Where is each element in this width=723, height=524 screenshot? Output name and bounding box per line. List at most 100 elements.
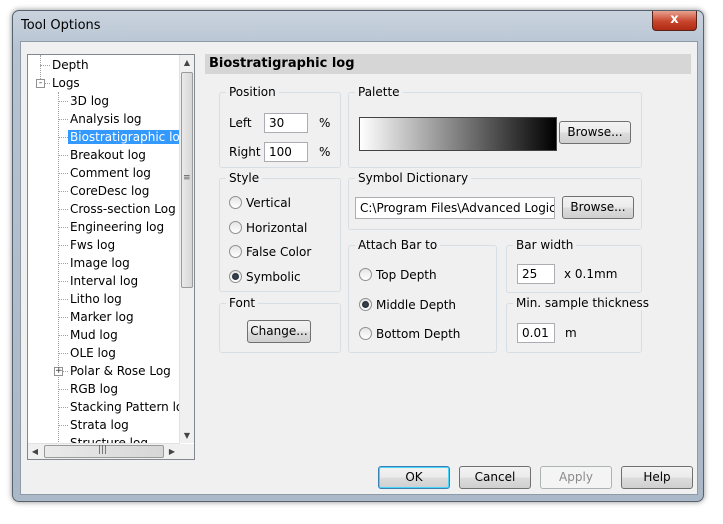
tree-item[interactable]: RGB log bbox=[68, 380, 120, 398]
hscroll-grip-icon: ||| bbox=[98, 445, 108, 455]
radio-circle-icon[interactable] bbox=[229, 269, 242, 283]
ok-button[interactable]: OK bbox=[378, 466, 450, 489]
dialog-client: Depth - Logs 3D log Analysis log Biostratigra… bbox=[20, 41, 698, 495]
tree-item[interactable]: Comment log bbox=[68, 164, 153, 182]
tree-item[interactable]: Strata log bbox=[68, 416, 131, 434]
tree-item[interactable]: Analysis log bbox=[68, 110, 144, 128]
radio-option[interactable]: Top Depth bbox=[359, 268, 437, 282]
radio-label: Middle Depth bbox=[376, 297, 457, 312]
palette-gradient-preview[interactable] bbox=[359, 117, 557, 151]
close-button[interactable]: x bbox=[652, 11, 697, 31]
tree-item[interactable]: Biostratigraphic log bbox=[68, 128, 180, 146]
panel-title: Biostratigraphic log bbox=[205, 54, 691, 74]
title-bar[interactable]: Tool Options x bbox=[13, 11, 703, 41]
tree-connector bbox=[58, 173, 68, 174]
apply-button[interactable]: Apply bbox=[540, 466, 612, 489]
palette-browse-button[interactable]: Browse... bbox=[559, 121, 631, 144]
tree-connector bbox=[58, 299, 68, 300]
attach-bar-title: Attach Bar to bbox=[355, 238, 441, 252]
tree-item[interactable]: Fws log bbox=[68, 236, 117, 254]
tree-connector bbox=[58, 245, 68, 246]
tree-connector bbox=[58, 227, 68, 228]
radio-circle-icon[interactable] bbox=[229, 220, 242, 234]
expand-icon[interactable]: + bbox=[54, 367, 63, 376]
font-change-button[interactable]: Change... bbox=[247, 320, 311, 343]
radio-option[interactable]: Vertical bbox=[229, 196, 291, 210]
radio-option[interactable]: Bottom Depth bbox=[359, 327, 460, 341]
palette-group: Palette Browse... bbox=[348, 85, 642, 168]
tree-item[interactable]: Logs bbox=[50, 74, 82, 92]
scroll-left-arrow-icon[interactable]: ◀ bbox=[28, 444, 42, 459]
symbol-dictionary-group: Symbol Dictionary C:\Program Files\Advan… bbox=[348, 171, 642, 230]
tree-item-label: Strata log bbox=[70, 418, 129, 432]
position-group: Position Left 30 % Right 100 % bbox=[219, 85, 341, 168]
tree-connector bbox=[58, 281, 68, 282]
tree-item[interactable]: Polar & Rose Log bbox=[68, 362, 173, 380]
tree-item-label: Depth bbox=[52, 58, 89, 72]
radio-label: Vertical bbox=[246, 196, 291, 210]
radio-circle-icon[interactable] bbox=[359, 327, 372, 340]
tree-item-label: Marker log bbox=[70, 310, 134, 324]
scroll-right-arrow-icon[interactable]: ▶ bbox=[165, 444, 179, 459]
right-input[interactable]: 100 bbox=[264, 142, 308, 162]
tree-item-label: Comment log bbox=[70, 166, 151, 180]
hscroll-thumb[interactable]: ||| bbox=[44, 445, 164, 458]
font-group-title: Font bbox=[226, 296, 259, 310]
radio-circle-icon[interactable] bbox=[229, 245, 242, 258]
tree-vertical-scrollbar[interactable]: ▲ ≡ ▼ bbox=[179, 55, 194, 443]
tree-item-label: Interval log bbox=[70, 274, 139, 288]
min-sample-thickness-unit: m bbox=[565, 326, 577, 340]
min-sample-thickness-input[interactable]: 0.01 bbox=[517, 323, 555, 343]
tree-item[interactable]: Interval log bbox=[68, 272, 140, 290]
help-button[interactable]: Help bbox=[621, 466, 693, 489]
cancel-button[interactable]: Cancel bbox=[459, 466, 531, 489]
tree-item[interactable]: 3D log bbox=[68, 92, 111, 110]
radio-option[interactable]: False Color bbox=[229, 245, 311, 259]
tree-item[interactable]: Litho log bbox=[68, 290, 124, 308]
symbol-dictionary-browse-button[interactable]: Browse... bbox=[562, 196, 634, 219]
tree-item[interactable]: Breakout log bbox=[68, 146, 148, 164]
scroll-up-arrow-icon[interactable]: ▲ bbox=[180, 55, 194, 70]
radio-circle-icon[interactable] bbox=[359, 297, 372, 311]
symbol-dictionary-path-input[interactable]: C:\Program Files\Advanced Logic Tech bbox=[355, 197, 555, 219]
tree-item[interactable]: Engineering log bbox=[68, 218, 166, 236]
tree-item-label: Engineering log bbox=[70, 220, 165, 234]
tree-connector bbox=[58, 101, 68, 102]
radio-option[interactable]: Middle Depth bbox=[359, 297, 457, 312]
position-group-title: Position bbox=[226, 85, 279, 99]
tree-item-label: Analysis log bbox=[70, 112, 142, 126]
tree-item[interactable]: Marker log bbox=[68, 308, 136, 326]
scroll-thumb[interactable]: ≡ bbox=[181, 72, 193, 288]
radio-label: Bottom Depth bbox=[376, 327, 461, 341]
bar-width-group: Bar width 25 x 0.1mm bbox=[506, 238, 642, 293]
scroll-down-arrow-icon[interactable]: ▼ bbox=[180, 428, 194, 443]
radio-circle-icon[interactable] bbox=[359, 268, 372, 281]
tool-options-window: Tool Options x Depth - Logs 3D log Analysis … bbox=[12, 10, 704, 502]
tree-item[interactable]: Depth bbox=[50, 56, 91, 74]
right-label: Right bbox=[229, 145, 261, 159]
symbol-dictionary-title: Symbol Dictionary bbox=[355, 171, 472, 185]
radio-option[interactable]: Horizontal bbox=[229, 220, 307, 235]
radio-circle-icon[interactable] bbox=[229, 196, 242, 209]
collapse-icon[interactable]: - bbox=[36, 79, 45, 88]
min-sample-thickness-group: Min. sample thickness 0.01 m bbox=[506, 296, 653, 353]
tree-connector bbox=[58, 389, 68, 390]
left-input[interactable]: 30 bbox=[264, 113, 308, 133]
tree-item-label: OLE log bbox=[70, 346, 116, 360]
tree-item[interactable]: Image log bbox=[68, 254, 132, 272]
tree-item[interactable]: OLE log bbox=[68, 344, 118, 362]
radio-option[interactable]: Symbolic bbox=[229, 269, 301, 284]
radio-label: False Color bbox=[246, 245, 312, 259]
tree-item[interactable]: Structure log bbox=[68, 434, 150, 443]
tree-connector bbox=[40, 65, 50, 66]
bar-width-input[interactable]: 25 bbox=[517, 264, 555, 284]
tree-item-label: Polar & Rose Log bbox=[70, 364, 171, 378]
tree-connector bbox=[58, 119, 68, 120]
tree-horizontal-scrollbar[interactable]: ◀ ||| ▶ bbox=[28, 443, 180, 459]
tree-item[interactable]: CoreDesc log bbox=[68, 182, 151, 200]
tree-item[interactable]: Mud log bbox=[68, 326, 120, 344]
tree-connector bbox=[58, 92, 59, 443]
tree-item[interactable]: Stacking Pattern log bbox=[68, 398, 180, 416]
tree-item[interactable]: Cross-section Log bbox=[68, 200, 178, 218]
tree-connector bbox=[58, 191, 68, 192]
